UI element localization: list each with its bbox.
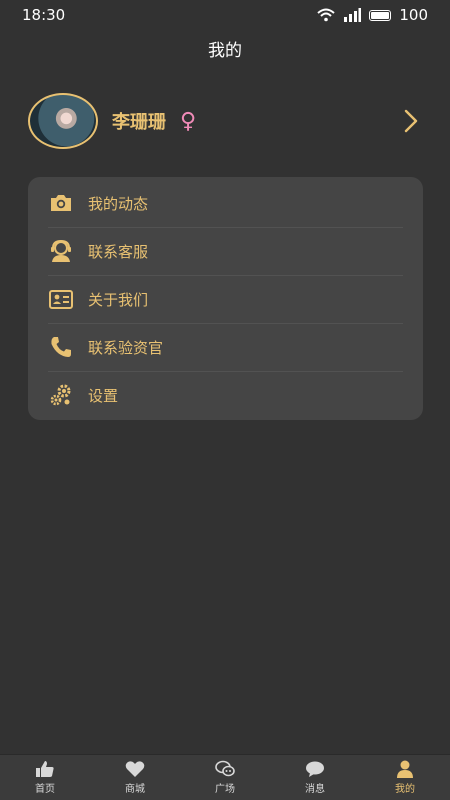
tab-messages[interactable]: 消息 <box>270 755 360 800</box>
user-icon <box>397 760 413 778</box>
message-icon <box>306 761 324 777</box>
profile-row[interactable]: 李珊珊 ♀ <box>28 90 428 152</box>
menu-item-label: 我的动态 <box>88 194 149 213</box>
tab-home[interactable]: 首页 <box>0 755 90 800</box>
gender-icon: ♀ <box>180 108 197 134</box>
thumbs-up-icon <box>36 761 54 777</box>
status-time: 18:30 <box>22 6 66 24</box>
menu-item-label: 关于我们 <box>88 290 149 309</box>
avatar[interactable] <box>28 93 98 149</box>
wifi-icon <box>317 8 336 22</box>
menu-item-customer-service[interactable]: 联系客服 <box>48 227 403 276</box>
page-title: 我的 <box>208 41 242 61</box>
chat-bubbles-icon <box>215 760 235 777</box>
status-bar: 18:30 100 <box>0 0 450 30</box>
tab-mine[interactable]: 我的 <box>360 755 450 800</box>
screen: 18:30 100 我的 李珊珊 ♀ 我的动态 联系客服 关于我们 联系验资官 … <box>0 0 450 800</box>
menu-item-label: 联系客服 <box>88 242 149 261</box>
menu-item-settings[interactable]: 设置 <box>48 371 403 419</box>
status-icons: 100 <box>317 6 428 24</box>
menu-item-contact-verifier[interactable]: 联系验资官 <box>48 323 403 372</box>
menu-item-my-moments[interactable]: 我的动态 <box>48 179 403 228</box>
id-card-icon <box>49 290 73 309</box>
battery-level: 100 <box>399 6 428 24</box>
menu-item-about-us[interactable]: 关于我们 <box>48 275 403 324</box>
signal-icon <box>344 8 362 22</box>
chevron-right-icon[interactable] <box>398 108 424 134</box>
camera-icon <box>51 195 71 211</box>
menu-item-label: 联系验资官 <box>88 338 164 357</box>
tab-label: 广场 <box>215 784 235 795</box>
phone-icon <box>51 337 71 357</box>
tab-label: 我的 <box>395 784 415 795</box>
customer-service-icon <box>51 239 71 262</box>
tab-bar: 首页 商城 广场 消息 我的 <box>0 754 450 800</box>
heart-icon <box>125 761 145 777</box>
gear-icon <box>50 384 71 406</box>
tab-square[interactable]: 广场 <box>180 755 270 800</box>
menu-item-label: 设置 <box>88 386 119 405</box>
battery-icon <box>369 9 392 21</box>
username: 李珊珊 <box>112 112 166 133</box>
tab-label: 消息 <box>305 784 325 795</box>
menu-card: 我的动态 联系客服 关于我们 联系验资官 设置 <box>28 177 423 420</box>
tab-mall[interactable]: 商城 <box>90 755 180 800</box>
tab-label: 首页 <box>35 784 55 795</box>
tab-label: 商城 <box>125 784 145 795</box>
